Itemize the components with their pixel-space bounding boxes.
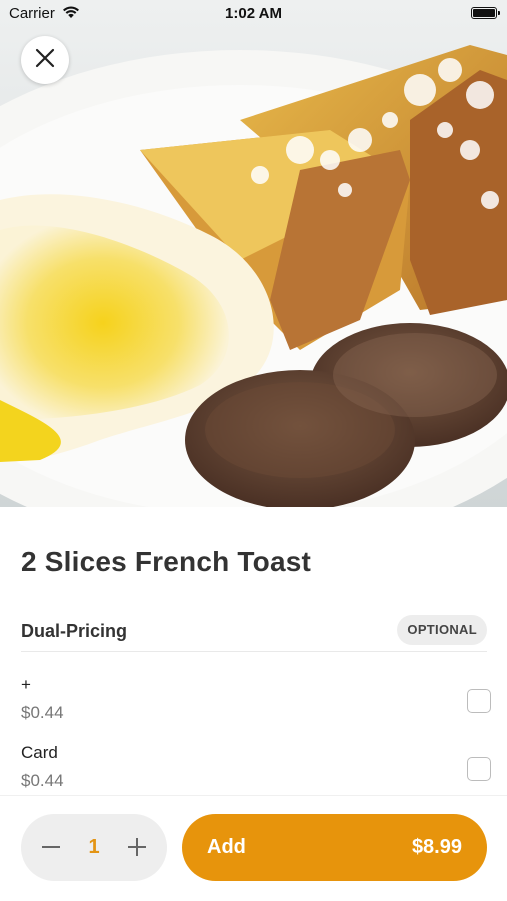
battery-icon [471, 7, 500, 19]
item-photo [0, 0, 507, 507]
plus-icon[interactable] [119, 828, 155, 866]
add-price: $8.99 [411, 836, 462, 858]
add-to-cart-button[interactable]: Add $8.99 [182, 814, 487, 881]
clock: 1:02 AM [225, 5, 282, 22]
modifier-group-header: Dual-Pricing OPTIONAL [21, 615, 487, 652]
footer-bar: 1 Add $8.99 [0, 795, 507, 901]
optional-badge: OPTIONAL [397, 615, 487, 645]
item-title: 2 Slices French Toast [21, 546, 312, 577]
option-label: Card [21, 743, 58, 762]
modifier-option-card[interactable]: Card $0.44 [21, 743, 491, 803]
option-label: + [21, 675, 31, 694]
modifier-group-name: Dual-Pricing [21, 621, 128, 641]
option-price: $0.44 [21, 771, 64, 790]
close-icon [35, 48, 55, 73]
status-bar: Carrier 1:02 AM [0, 0, 507, 28]
option-checkbox[interactable] [467, 757, 491, 781]
add-label: Add [207, 836, 246, 858]
option-checkbox[interactable] [467, 689, 491, 713]
modifier-option-plus[interactable]: + $0.44 [21, 675, 491, 735]
quantity-stepper: 1 [21, 814, 167, 881]
close-button[interactable] [21, 36, 69, 84]
option-price: $0.44 [21, 703, 64, 722]
